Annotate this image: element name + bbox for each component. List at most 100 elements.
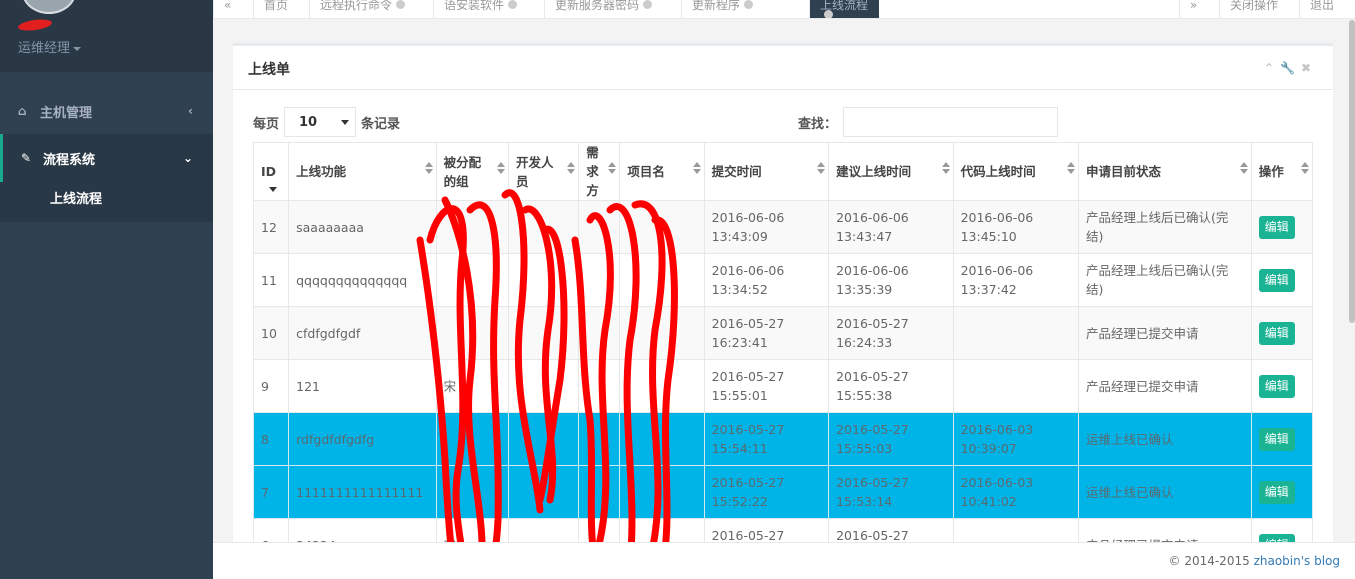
cell-requester (578, 465, 621, 519)
cell-action: 编辑 (1250, 359, 1314, 413)
close-operations-label: 关闭操作 (1230, 0, 1279, 12)
sidebar-item-host-management[interactable]: ⌂ 主机管理 ‹ (0, 87, 213, 135)
cell-id: 10 (252, 306, 290, 360)
search-control: 查找： (798, 107, 1059, 137)
cell-action: 编辑 (1250, 253, 1314, 307)
cell-online-time: 2016-06-06 13:37:42 (952, 253, 1080, 307)
table-row[interactable]: 11 qqqqqqqqqqqqqq 2016-06-06 13:34:52 20… (252, 253, 1314, 307)
cell-id: 8 (252, 412, 290, 466)
column-header-developer[interactable]: 开发人员 (507, 142, 580, 201)
column-header-group[interactable]: 被分配的组 (435, 142, 509, 201)
redacted-username (17, 17, 53, 33)
dropdown-arrow-icon (341, 120, 350, 125)
header-label: 上线功能 (296, 164, 347, 179)
sidebar-item-workflow-system[interactable]: ✎ 流程系统 ⌄ (0, 134, 213, 182)
close-icon[interactable] (396, 0, 406, 9)
cell-requester (578, 200, 621, 254)
tab-update-server-password[interactable]: 更新服务器密码 (544, 0, 681, 18)
column-header-id[interactable]: ID (252, 142, 290, 201)
tab-install-software[interactable]: 语安装软件 (433, 0, 544, 18)
logout-button[interactable]: 退出 (1299, 0, 1355, 18)
tab-label: 首页 (264, 0, 289, 12)
cell-requester (578, 359, 621, 413)
footer-blog-link[interactable]: zhaobin's blog (1254, 554, 1340, 568)
edit-button[interactable]: 编辑 (1258, 268, 1295, 292)
tab-label: 语安装软件 (444, 0, 505, 12)
cell-developer (507, 412, 580, 466)
cell-online-time (952, 306, 1080, 360)
close-operations-dropdown[interactable]: 关闭操作 (1219, 0, 1299, 18)
sidebar-subitem-release-flow[interactable]: 上线流程 (0, 182, 213, 222)
cell-developer (507, 306, 580, 360)
cell-submit-time: 2016-06-06 13:43:09 (703, 200, 830, 254)
footer: © 2014-2015 zhaobin's blog (213, 542, 1355, 579)
column-header-project[interactable]: 项目名 (619, 142, 705, 201)
per-page-prefix: 每页 (253, 116, 280, 132)
close-icon[interactable] (508, 0, 518, 9)
cell-project (619, 200, 705, 254)
cell-feature: rdfgdfdfgdfg (288, 412, 437, 466)
close-icon[interactable] (824, 10, 833, 18)
cell-suggested-time: 2016-05-27 16:24:33 (828, 306, 954, 360)
column-header-submit-time[interactable]: 提交时间 (703, 142, 830, 201)
table-row-selected[interactable]: 8 rdfgdfdfgdfg 2016-05-27 15:54:11 2016-… (252, 412, 1314, 466)
cell-project (619, 306, 705, 360)
release-table: ID 上线功能 被分配的组 开发人员 需求方 项目名 提交时间 建议上线时间 代… (252, 142, 1314, 572)
edit-button[interactable]: 编辑 (1258, 374, 1295, 398)
tab-release-flow[interactable]: 上线流程 (809, 0, 879, 18)
cell-requester (578, 412, 621, 466)
search-input[interactable] (843, 107, 1059, 137)
header-label: ID (261, 164, 277, 179)
tab-label: 远程执行命令 (320, 0, 393, 12)
role-dropdown[interactable]: 运维经理 (18, 37, 82, 56)
tab-home[interactable]: 首页 (253, 0, 309, 18)
cell-developer (507, 359, 580, 413)
cell-online-time: 2016-06-03 10:41:02 (952, 465, 1080, 519)
column-header-requester[interactable]: 需求方 (578, 142, 621, 201)
cell-status: 产品经理已提交申请 (1078, 306, 1252, 360)
edit-button[interactable]: 编辑 (1258, 215, 1295, 239)
column-header-status[interactable]: 申请目前状态 (1078, 142, 1252, 201)
header-label: 申请目前状态 (1086, 164, 1162, 179)
tab-scroll-left-button[interactable]: « (213, 0, 253, 18)
cell-action: 编辑 (1250, 306, 1314, 360)
column-header-feature[interactable]: 上线功能 (288, 142, 437, 201)
edit-button[interactable]: 编辑 (1258, 427, 1295, 451)
cell-submit-time: 2016-05-27 15:55:01 (703, 359, 830, 413)
table-row-selected[interactable]: 7 1111111111111111 2016-05-27 15:52:22 2… (252, 465, 1314, 519)
edit-button[interactable]: 编辑 (1258, 480, 1295, 504)
cell-group (435, 306, 509, 360)
cell-suggested-time: 2016-05-27 15:55:38 (828, 359, 954, 413)
page-length-select[interactable]: 10 (284, 107, 357, 137)
tab-update-program[interactable]: 更新程序 (681, 0, 809, 18)
close-icon[interactable]: ✖ (1301, 61, 1317, 75)
tab-remote-command[interactable]: 远程执行命令 (309, 0, 433, 18)
scrollbar[interactable] (1349, 20, 1355, 323)
column-header-suggested-time[interactable]: 建议上线时间 (828, 142, 954, 201)
cell-status: 运维上线已确认 (1078, 465, 1252, 519)
cell-online-time: 2016-06-06 13:45:10 (952, 200, 1080, 254)
table-row[interactable]: 12 saaaaaaaa 2016-06-06 13:43:09 2016-06… (252, 200, 1314, 254)
column-header-action[interactable]: 操作 (1250, 142, 1314, 201)
panel-title: 上线单 (248, 62, 290, 78)
edit-button[interactable]: 编辑 (1258, 321, 1295, 345)
table-row[interactable]: 9 121 宋 2016-05-27 15:55:01 2016-05-27 1… (252, 359, 1314, 413)
table-row[interactable]: 10 cfdfgdfgdf 2016-05-27 16:23:41 2016-0… (252, 306, 1314, 360)
wrench-icon[interactable]: 🔧 (1280, 61, 1301, 75)
cell-status: 运维上线已确认 (1078, 412, 1252, 466)
cell-suggested-time: 2016-05-27 15:53:14 (828, 465, 954, 519)
avatar[interactable] (22, 0, 76, 14)
close-icon[interactable] (643, 0, 653, 9)
close-icon[interactable] (744, 0, 754, 9)
column-header-online-time[interactable]: 代码上线时间 (952, 142, 1080, 201)
tab-scroll-right-button[interactable]: » (1179, 0, 1219, 18)
cell-suggested-time: 2016-06-06 13:43:47 (828, 200, 954, 254)
cell-submit-time: 2016-06-06 13:34:52 (703, 253, 830, 307)
sidebar-item-label: 流程系统 (43, 152, 96, 168)
cell-status: 产品经理上线后已确认(完结) (1078, 253, 1252, 307)
collapse-icon[interactable]: ⌃ (1264, 61, 1280, 75)
logout-label: 退出 (1310, 0, 1335, 12)
sort-desc-icon (269, 187, 277, 192)
cell-id: 9 (252, 359, 290, 413)
page-length-control: 每页 10 条记录 (253, 107, 400, 137)
